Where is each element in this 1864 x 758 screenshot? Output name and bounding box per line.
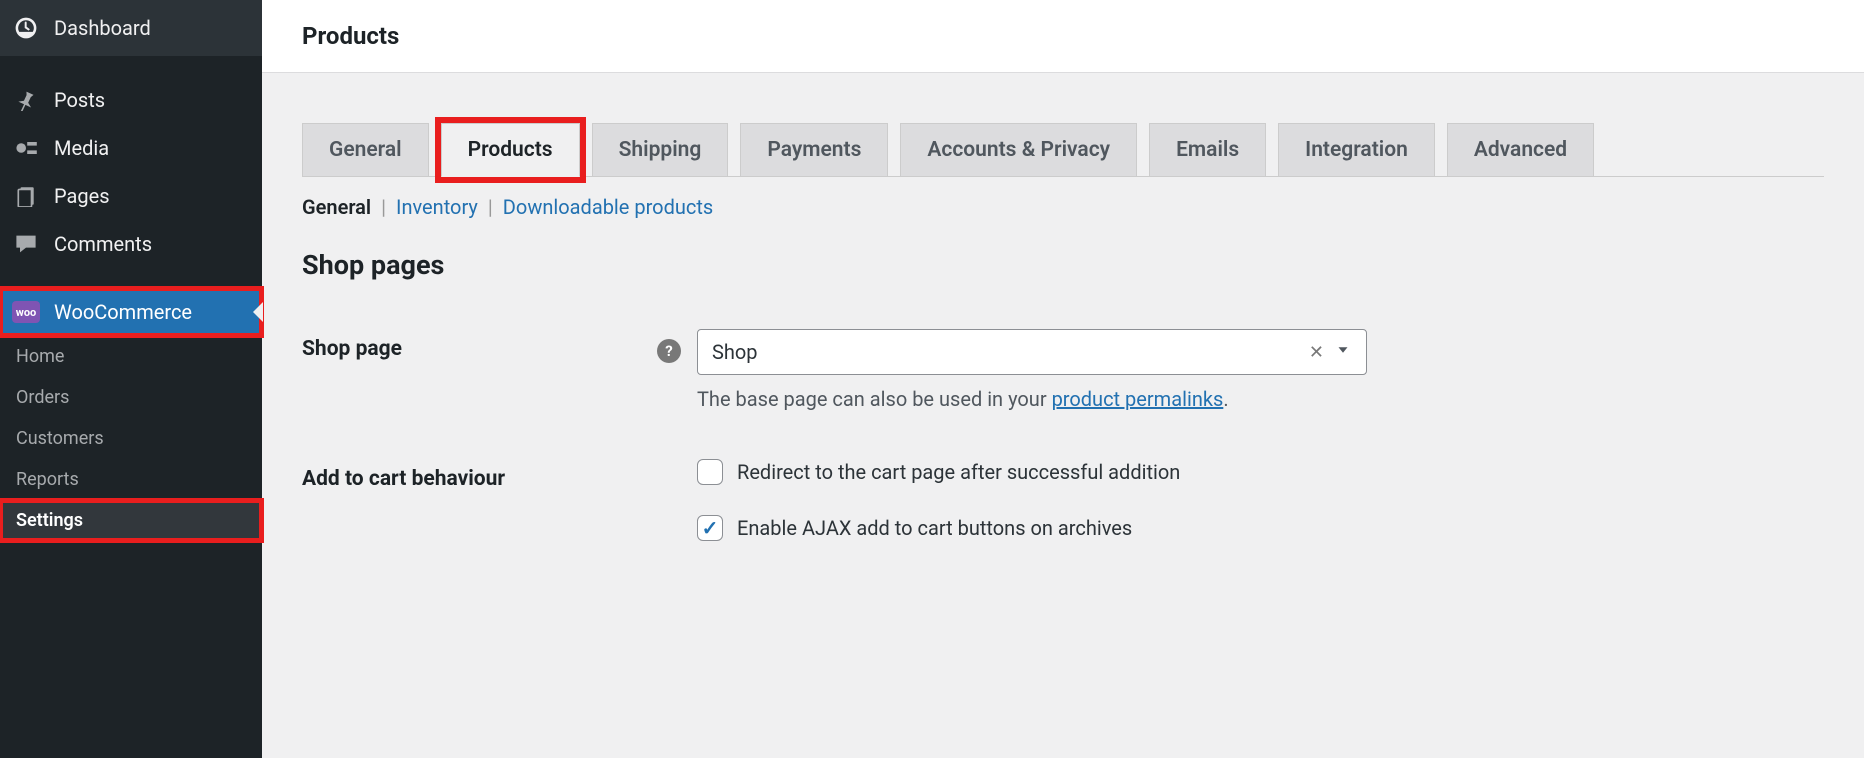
ajax-label: Enable AJAX add to cart buttons on archi… (737, 516, 1132, 540)
sidebar-item-media[interactable]: Media (0, 124, 262, 172)
section-shop-pages-heading: Shop pages (302, 249, 1824, 281)
redirect-label: Redirect to the cart page after successf… (737, 460, 1180, 484)
sidebar-pages-label: Pages (54, 184, 110, 208)
woocommerce-icon: woo (12, 298, 40, 326)
tab-emails[interactable]: Emails (1149, 123, 1266, 176)
help-icon[interactable]: ? (657, 339, 681, 363)
sidebar-item-woocommerce[interactable]: woo WooCommerce (0, 288, 262, 336)
admin-sidebar: Dashboard Posts Media Pages (0, 0, 262, 758)
shop-page-value: Shop (712, 340, 1309, 364)
sub-tabs: General | Inventory | Downloadable produ… (302, 195, 1824, 219)
tab-payments[interactable]: Payments (740, 123, 888, 176)
page-title: Products (302, 22, 1824, 50)
tab-advanced[interactable]: Advanced (1447, 123, 1594, 176)
product-permalinks-link[interactable]: product permalinks (1052, 387, 1224, 411)
chevron-down-icon (1334, 340, 1352, 364)
shop-page-hint: The base page can also be used in your p… (697, 387, 1824, 411)
redirect-checkbox[interactable] (697, 459, 723, 485)
page-header: Products (262, 0, 1864, 73)
sidebar-media-label: Media (54, 136, 109, 160)
subtab-downloadable[interactable]: Downloadable products (503, 195, 713, 219)
pin-icon (12, 86, 40, 114)
shop-page-label: Shop page (302, 329, 657, 361)
subtab-inventory[interactable]: Inventory (396, 195, 478, 219)
pages-icon (12, 182, 40, 210)
sidebar-item-pages[interactable]: Pages (0, 172, 262, 220)
tab-general[interactable]: General (302, 123, 429, 176)
sidebar-item-dashboard[interactable]: Dashboard (0, 0, 262, 56)
sidebar-woocommerce-label: WooCommerce (54, 300, 192, 324)
sidebar-subitem-orders[interactable]: Orders (0, 377, 262, 418)
clear-icon[interactable]: ✕ (1309, 342, 1324, 363)
comment-icon (12, 230, 40, 258)
sidebar-subitem-home[interactable]: Home (0, 336, 262, 377)
add-to-cart-label: Add to cart behaviour (302, 459, 657, 491)
sidebar-subitem-settings[interactable]: Settings (0, 500, 262, 541)
tab-accounts-privacy[interactable]: Accounts & Privacy (900, 123, 1137, 176)
sidebar-item-posts[interactable]: Posts (0, 76, 262, 124)
tab-integration[interactable]: Integration (1278, 123, 1435, 176)
shop-page-select[interactable]: Shop ✕ (697, 329, 1367, 375)
dashboard-icon (12, 14, 40, 42)
settings-tabs: General Products Shipping Payments Accou… (302, 123, 1824, 177)
tab-products[interactable]: Products (441, 123, 580, 177)
sidebar-dashboard-label: Dashboard (54, 16, 151, 40)
sidebar-subitem-reports[interactable]: Reports (0, 459, 262, 500)
subtab-general[interactable]: General (302, 195, 371, 219)
main-content: Products General Products Shipping Payme… (262, 0, 1864, 758)
media-icon (12, 134, 40, 162)
tab-shipping[interactable]: Shipping (592, 123, 729, 176)
sidebar-comments-label: Comments (54, 232, 152, 256)
sidebar-item-comments[interactable]: Comments (0, 220, 262, 268)
sidebar-subitem-customers[interactable]: Customers (0, 418, 262, 459)
sidebar-posts-label: Posts (54, 88, 105, 112)
ajax-checkbox[interactable] (697, 515, 723, 541)
